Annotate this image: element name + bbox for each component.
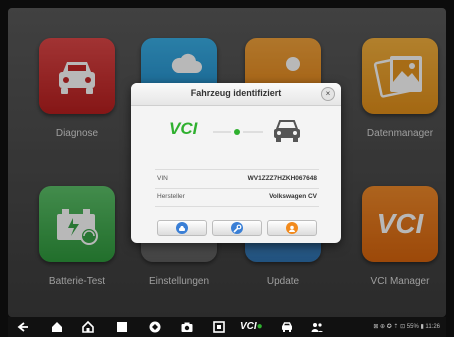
screen-capture-icon[interactable] bbox=[212, 320, 226, 334]
diagnose-vehicle-button[interactable] bbox=[157, 220, 207, 236]
close-button[interactable]: × bbox=[321, 87, 335, 101]
home-icon[interactable] bbox=[50, 320, 64, 334]
connection-status-icon bbox=[213, 129, 263, 135]
vci-badge-icon: VCI bbox=[169, 119, 198, 138]
page-indicator bbox=[221, 309, 236, 317]
device-frame: Diagnose Datenmanager Batterie-Test Eins… bbox=[0, 0, 454, 337]
vin-row: VIN WV1ZZZ7HZKH067648 bbox=[155, 169, 319, 189]
browser-icon[interactable] bbox=[148, 320, 162, 334]
camera-icon[interactable] bbox=[180, 320, 194, 334]
status-area: ⊠ ⊕ ✪ ⇡ ⊡ 55% ▮ 11:26 bbox=[373, 324, 440, 330]
people-icon[interactable] bbox=[310, 320, 324, 334]
car-icon[interactable] bbox=[280, 320, 294, 334]
vci-icon[interactable]: VCI● bbox=[240, 320, 264, 334]
person-icon bbox=[286, 222, 298, 234]
home-screen: Diagnose Datenmanager Batterie-Test Eins… bbox=[8, 8, 446, 317]
vin-value: WV1ZZZ7HZKH067648 bbox=[247, 175, 317, 182]
dialog-title: Fahrzeug identifiziert bbox=[190, 88, 282, 98]
house-icon[interactable] bbox=[81, 320, 95, 334]
dialog-header: Fahrzeug identifiziert × bbox=[131, 83, 341, 106]
vehicle-identified-dialog: Fahrzeug identifiziert × VCI VIN WV1ZZZ7… bbox=[131, 83, 341, 243]
back-icon[interactable] bbox=[16, 320, 30, 334]
car-icon bbox=[176, 222, 188, 234]
system-navigation-bar: VCI● ⊠ ⊕ ✪ ⇡ ⊡ 55% ▮ 11:26 bbox=[8, 317, 446, 337]
vehicle-icon bbox=[274, 120, 300, 142]
recent-apps-icon[interactable] bbox=[115, 320, 129, 334]
service-functions-button[interactable] bbox=[212, 220, 262, 236]
wrench-icon bbox=[231, 222, 243, 234]
manufacturer-label: Hersteller bbox=[157, 193, 185, 200]
manufacturer-value: Volkswagen CV bbox=[269, 193, 317, 200]
manufacturer-row: Hersteller Volkswagen CV bbox=[155, 188, 319, 207]
vin-label: VIN bbox=[157, 175, 168, 182]
customer-info-button[interactable] bbox=[267, 220, 317, 236]
